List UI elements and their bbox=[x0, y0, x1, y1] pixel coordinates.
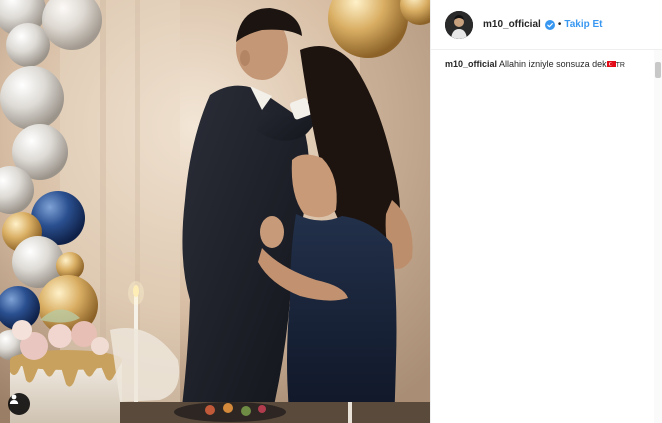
user-tag-button[interactable] bbox=[8, 393, 30, 415]
header-username[interactable]: m10_official bbox=[483, 19, 541, 30]
comments-area: m10_official Allahin izniyle sonsuza dek… bbox=[431, 50, 662, 423]
caption-flag-text: TR bbox=[615, 62, 625, 69]
user-tag-icon bbox=[9, 394, 19, 404]
header-separator: • bbox=[557, 19, 562, 30]
instagram-post-frame: m10_official • Takip Et m10_official All… bbox=[0, 0, 662, 423]
verified-badge-icon bbox=[544, 19, 555, 30]
post-header: m10_official • Takip Et bbox=[431, 0, 662, 50]
avatar[interactable] bbox=[445, 10, 473, 39]
turkey-flag-icon bbox=[606, 61, 616, 67]
scrollbar-thumb[interactable] bbox=[655, 62, 661, 78]
caption-username[interactable]: m10_official bbox=[445, 59, 497, 69]
post-photo[interactable] bbox=[0, 0, 430, 423]
post-caption: m10_official Allahin izniyle sonsuza dek… bbox=[431, 50, 662, 72]
post-side-panel: m10_official • Takip Et m10_official All… bbox=[430, 0, 662, 423]
caption-text: Allahin izniyle sonsuza dek bbox=[499, 59, 607, 69]
comments-scrollbar[interactable] bbox=[654, 50, 662, 423]
follow-button[interactable]: Takip Et bbox=[564, 19, 602, 30]
photo-illustration bbox=[0, 0, 430, 423]
avatar-image bbox=[445, 10, 473, 39]
